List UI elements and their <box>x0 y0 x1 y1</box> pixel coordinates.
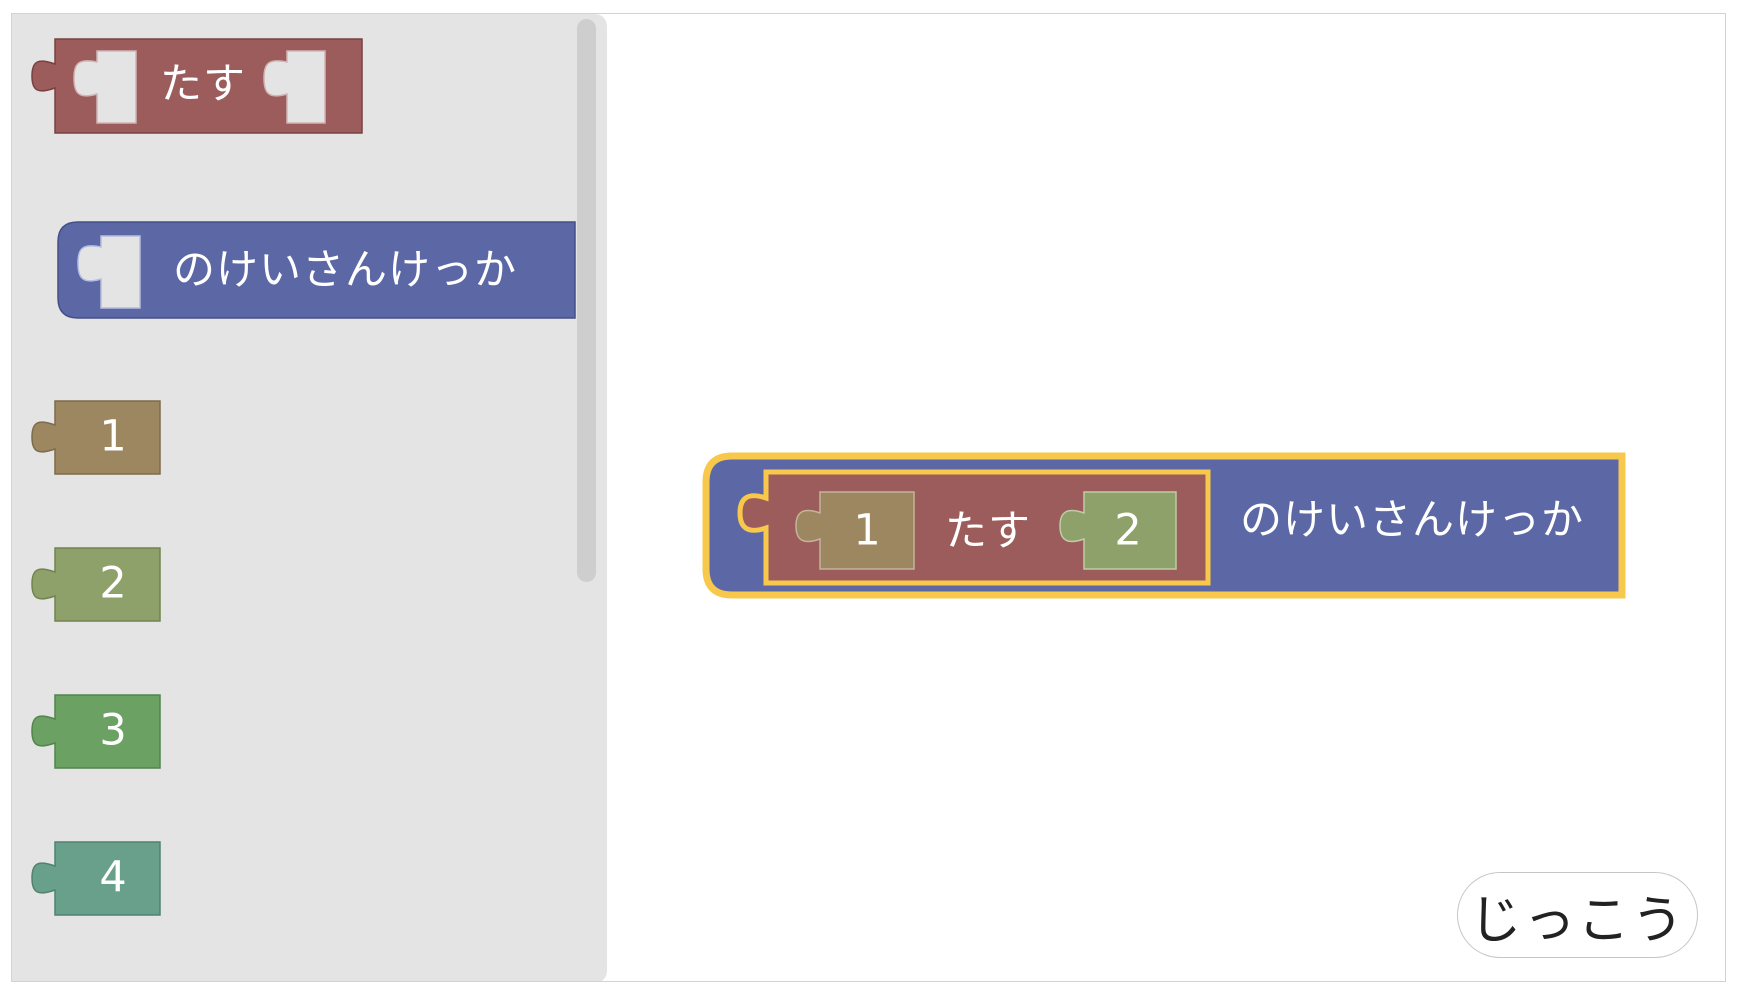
number-block-label: 3 <box>99 705 127 756</box>
editor-frame: たす のけいさんけっか 1 2 3 4 1 たす 2 のけいさんけっか じっこう <box>11 13 1726 982</box>
block-toolbox: たす のけいさんけっか 1 2 3 4 <box>12 14 607 981</box>
add-block-label: たす <box>945 506 1032 555</box>
result-block-label: のけいさんけっか <box>173 245 518 294</box>
number-block-label: 4 <box>99 852 127 903</box>
run-button[interactable]: じっこう <box>1457 872 1698 958</box>
number-block-label: 1 <box>99 411 127 462</box>
operand-2-label: 2 <box>1114 505 1142 556</box>
toolbox-scrollbar[interactable] <box>577 19 596 582</box>
number-block-label: 2 <box>99 558 127 609</box>
add-block-label: たす <box>160 59 247 108</box>
result-block-label: のけいさんけっか <box>1240 495 1585 544</box>
operand-1-label: 1 <box>853 505 881 556</box>
